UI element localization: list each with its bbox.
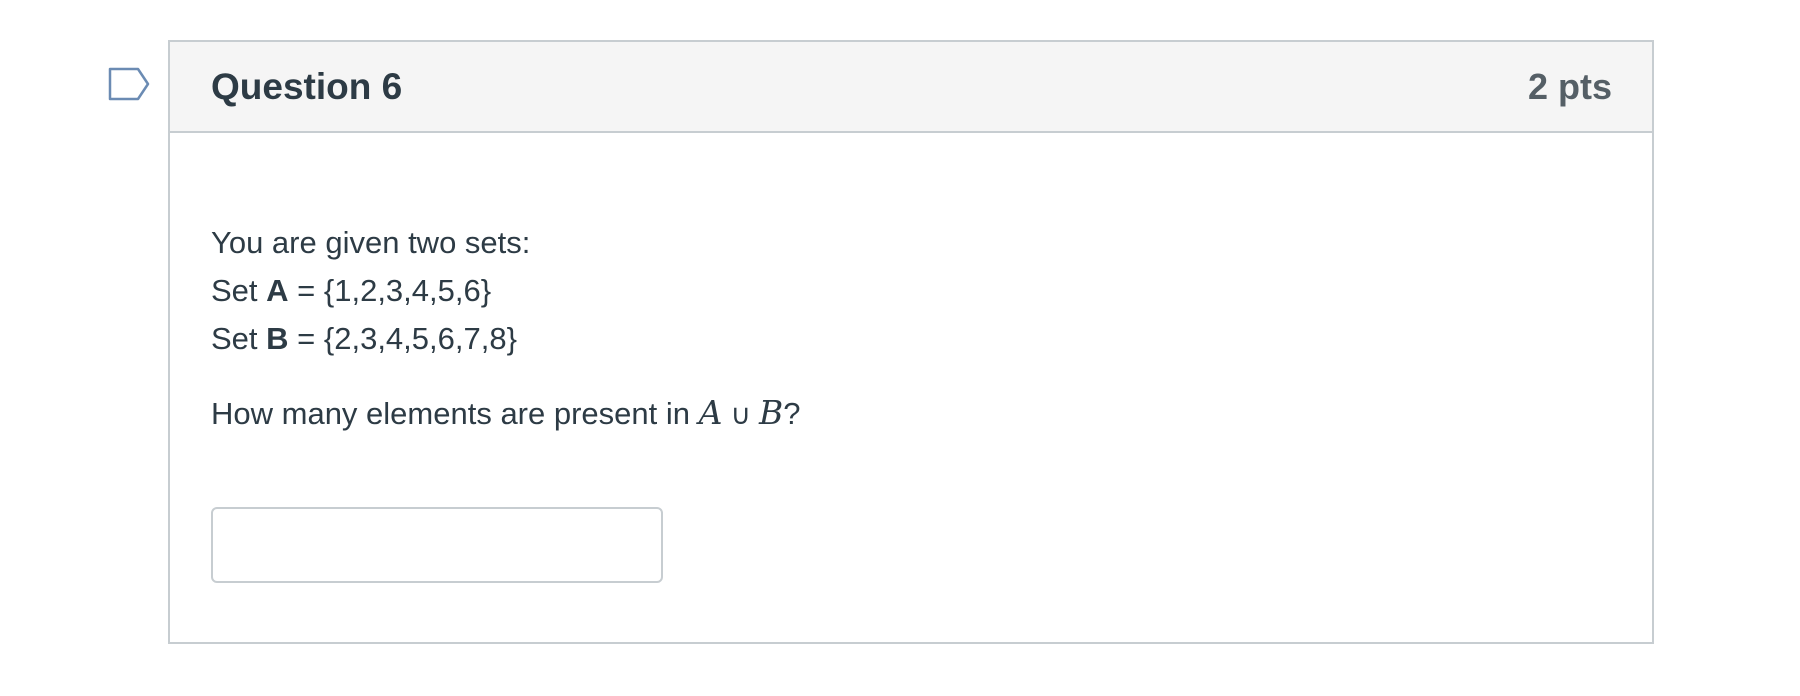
set-a-value: = {1,2,3,4,5,6} (288, 273, 492, 308)
question-prompt: How many elements are present in A ∪ B? (211, 389, 1611, 439)
question-body: You are given two sets: Set A = {1,2,3,4… (170, 133, 1652, 439)
question-points: 2 pts (1527, 65, 1612, 107)
set-b-line: Set B = {2,3,4,5,6,7,8} (211, 315, 1611, 363)
prompt-text: How many elements are present in (211, 396, 699, 431)
flag-question-icon[interactable] (108, 67, 150, 101)
set-a-prefix: Set (211, 273, 267, 308)
question-header: Question 6 2 pts (170, 42, 1652, 133)
question-title: Question 6 (211, 65, 403, 107)
set-b-name: B (266, 321, 289, 356)
set-b-prefix: Set (211, 321, 267, 356)
set-a-line: Set A = {1,2,3,4,5,6} (211, 267, 1611, 315)
set-a-name: A (266, 273, 289, 308)
math-operator: ∪ (730, 398, 751, 431)
answer-input[interactable] (211, 507, 663, 583)
set-b-value: = {2,3,4,5,6,7,8} (288, 321, 517, 356)
math-left: A (698, 393, 723, 432)
question-card: Question 6 2 pts You are given two sets:… (168, 40, 1654, 644)
prompt-end: ? (783, 396, 801, 431)
quiz-page: Question 6 2 pts You are given two sets:… (0, 0, 1800, 696)
intro-text: You are given two sets: (211, 225, 531, 260)
math-expression: A ∪ B (699, 393, 784, 432)
math-right: B (758, 393, 784, 432)
